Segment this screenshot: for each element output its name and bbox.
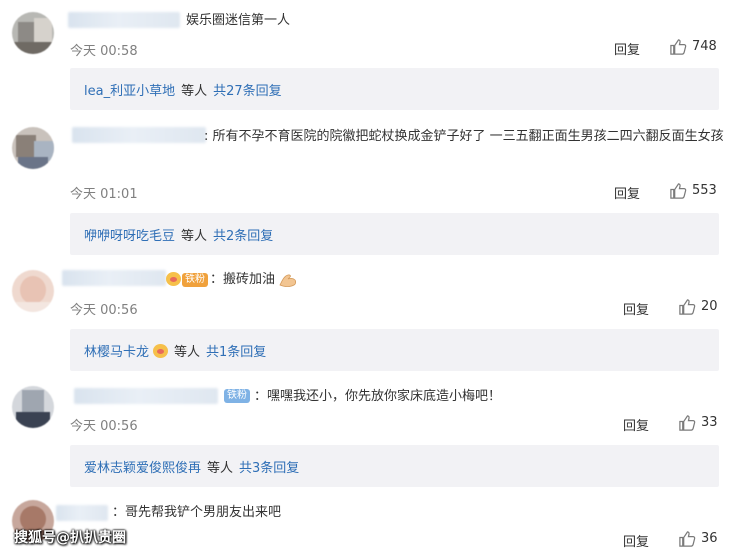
reply-button[interactable]: 回复 bbox=[614, 39, 640, 58]
comment-text-body: ：搬砖加油 bbox=[210, 272, 276, 287]
reply-button[interactable]: 回复 bbox=[614, 183, 640, 202]
comment-time: 今天 00:56 bbox=[70, 303, 138, 318]
reply-author-link[interactable]: 咿咿呀呀吃毛豆 bbox=[84, 225, 175, 244]
like-button[interactable]: 553 bbox=[669, 181, 717, 200]
username-blurred[interactable] bbox=[72, 127, 206, 143]
like-count: 20 bbox=[701, 299, 718, 314]
avatar[interactable] bbox=[12, 386, 54, 428]
like-count: 36 bbox=[701, 531, 718, 546]
reply-total-link[interactable]: 共27条回复 bbox=[213, 80, 282, 99]
like-button[interactable]: 748 bbox=[669, 37, 717, 56]
thumbs-up-icon bbox=[670, 183, 687, 199]
avatar[interactable] bbox=[12, 270, 54, 312]
comment-text: ：嘿嘿我还小，你先放你家床底造小梅吧！ bbox=[254, 389, 502, 404]
replies-summary[interactable]: 爱林志颖爱俊熙俊再 等人 共3条回复 bbox=[70, 445, 719, 487]
reply-suffix: 等人 bbox=[207, 461, 234, 476]
reply-author-link[interactable]: 爱林志颖爱俊熙俊再 bbox=[84, 457, 201, 476]
comment-text: : 所有不孕不育医院的院徽把蛇杖换成金铲子好了 一三五翻正面生男孩二四六翻反面生… bbox=[204, 129, 724, 144]
thumbs-up-icon bbox=[679, 531, 696, 547]
reply-suffix: 等人 bbox=[181, 229, 208, 244]
reply-author-link[interactable]: 林樱马卡龙 bbox=[84, 341, 149, 360]
comment-text: ：哥先帮我铲个男朋友出来吧 bbox=[112, 505, 282, 520]
username-blurred[interactable] bbox=[74, 388, 218, 404]
like-count: 748 bbox=[692, 39, 717, 54]
fan-badge: 铁粉 bbox=[182, 273, 208, 287]
thumbs-up-icon bbox=[679, 299, 696, 315]
pig-face-icon bbox=[166, 272, 181, 286]
username-blurred[interactable] bbox=[56, 505, 108, 521]
reply-button[interactable]: 回复 bbox=[623, 299, 649, 318]
replies-summary[interactable]: 咿咿呀呀吃毛豆 等人 共2条回复 bbox=[70, 213, 719, 255]
flexed-biceps-icon bbox=[279, 274, 297, 287]
reply-total-link[interactable]: 共2条回复 bbox=[213, 225, 273, 244]
comment-time: 今天 01:01 bbox=[70, 187, 138, 202]
thumbs-up-icon bbox=[679, 415, 696, 431]
comment-time: 今天 00:58 bbox=[70, 44, 138, 59]
reply-suffix: 等人 bbox=[181, 84, 208, 99]
like-button[interactable]: 36 bbox=[678, 529, 718, 548]
comment-time: 今天 00:56 bbox=[70, 419, 138, 434]
username-blurred[interactable] bbox=[68, 12, 180, 28]
pig-face-icon bbox=[153, 343, 169, 358]
replies-summary[interactable]: 林樱马卡龙 等人 共1条回复 bbox=[70, 329, 719, 371]
reply-button[interactable]: 回复 bbox=[623, 415, 649, 434]
reply-button[interactable]: 回复 bbox=[623, 531, 649, 550]
like-count: 33 bbox=[701, 415, 718, 430]
avatar[interactable] bbox=[12, 127, 54, 169]
replies-summary[interactable]: lea_利亚小草地 等人 共27条回复 bbox=[70, 68, 719, 110]
reply-suffix: 等人 bbox=[174, 345, 201, 360]
like-button[interactable]: 33 bbox=[678, 413, 718, 432]
like-button[interactable]: 20 bbox=[678, 297, 718, 316]
comment-text: ：搬砖加油 bbox=[210, 268, 298, 291]
reply-total-link[interactable]: 共1条回复 bbox=[206, 341, 266, 360]
fan-badge: 铁粉 bbox=[224, 389, 250, 403]
comment-text: 娱乐圈迷信第一人 bbox=[186, 13, 291, 28]
username-blurred[interactable] bbox=[62, 270, 166, 286]
reply-author-link[interactable]: lea_利亚小草地 bbox=[84, 80, 175, 99]
avatar[interactable] bbox=[12, 12, 54, 54]
reply-total-link[interactable]: 共3条回复 bbox=[239, 457, 299, 476]
thumbs-up-icon bbox=[670, 39, 687, 55]
like-count: 553 bbox=[692, 183, 717, 198]
watermark-text: 搜狐号@扒扒贵圈 bbox=[14, 530, 126, 546]
